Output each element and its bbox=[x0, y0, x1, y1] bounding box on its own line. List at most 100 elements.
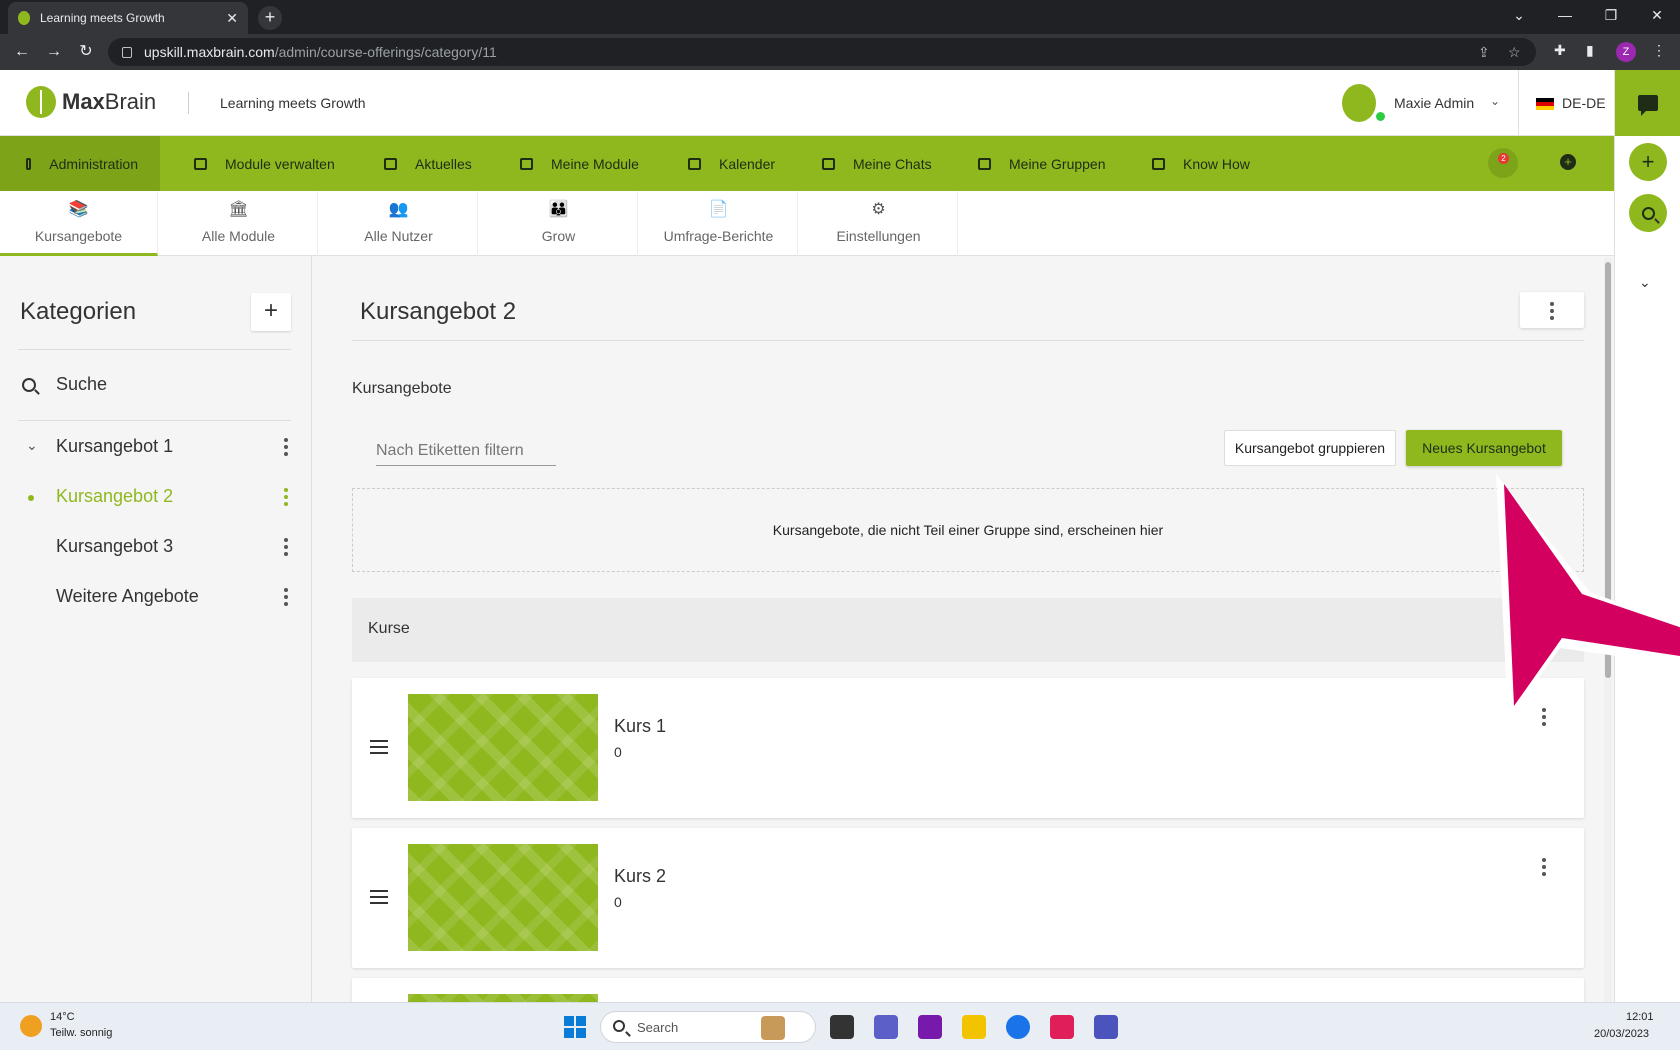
drag-handle-icon[interactable] bbox=[370, 890, 388, 908]
tab-einstellungen[interactable]: ⚙ Einstellungen bbox=[800, 191, 958, 256]
group-offering-button[interactable]: Kursangebot gruppieren bbox=[1224, 430, 1396, 466]
sidebar-search[interactable]: Suche bbox=[22, 374, 107, 395]
course-name[interactable]: Kurs 2 bbox=[614, 866, 666, 887]
nav-item-meine-chats[interactable]: Meine Chats bbox=[822, 136, 932, 191]
course-card[interactable]: Kurs 1 0 bbox=[352, 678, 1584, 818]
rail-search-button[interactable] bbox=[1629, 194, 1667, 232]
notification-count-badge: 2 bbox=[1498, 153, 1509, 164]
category-more-icon[interactable] bbox=[284, 438, 288, 456]
new-offering-button[interactable]: Neues Kursangebot bbox=[1406, 430, 1562, 466]
new-tab-button[interactable]: + bbox=[258, 6, 282, 30]
german-flag-icon[interactable] bbox=[1536, 98, 1554, 110]
pointer-arrow-icon bbox=[1496, 474, 1680, 720]
sidebar-search-label: Suche bbox=[56, 374, 108, 394]
bookmark-star-icon[interactable]: ☆ bbox=[1508, 44, 1521, 61]
tab-kursangebote[interactable]: 📚 Kursangebote bbox=[0, 191, 158, 256]
taskbar-search-label: Search bbox=[637, 1020, 679, 1035]
nav-item-label: Aktuelles bbox=[415, 155, 472, 172]
task-view-icon[interactable] bbox=[830, 1015, 854, 1039]
search-icon bbox=[1641, 207, 1655, 220]
clock-time[interactable]: 12:01 bbox=[1626, 1011, 1654, 1023]
reload-button[interactable]: ↻ bbox=[74, 40, 98, 64]
tab-umfrage-berichte[interactable]: 📄 Umfrage-Berichte bbox=[640, 191, 798, 256]
extensions-icon[interactable]: ✚ bbox=[1554, 42, 1566, 59]
category-item[interactable]: Weitere Angebote bbox=[0, 577, 312, 617]
tab-alle-module[interactable]: 🏛 Alle Module bbox=[160, 191, 318, 256]
category-more-icon[interactable] bbox=[284, 488, 288, 506]
tab-search-chevron-icon[interactable]: ⌄ bbox=[1496, 0, 1542, 30]
side-panel-icon[interactable]: ▮ bbox=[1586, 42, 1594, 59]
nav-add-icon[interactable]: + bbox=[1560, 154, 1576, 170]
category-item[interactable]: Kursangebot 3 bbox=[0, 527, 312, 567]
minimize-button[interactable]: — bbox=[1542, 0, 1588, 30]
chrome-icon[interactable] bbox=[1006, 1015, 1030, 1039]
close-window-button[interactable]: ✕ bbox=[1634, 0, 1680, 30]
nav-item-know-how[interactable]: Know How bbox=[1152, 136, 1250, 191]
admin-subtabs: 📚 Kursangebote 🏛 Alle Module 👥 Alle Nutz… bbox=[0, 191, 1614, 256]
drag-handle-icon[interactable] bbox=[370, 740, 388, 758]
user-menu-chevron-icon[interactable]: ⌄ bbox=[1490, 94, 1500, 108]
sidebar-title: Kategorien bbox=[20, 298, 137, 325]
course-name[interactable]: Kurs 1 bbox=[614, 716, 666, 737]
maxbrain-logo[interactable]: MaxBrain bbox=[26, 86, 156, 118]
tab-label: Grow bbox=[541, 228, 576, 244]
nav-item-kalender[interactable]: Kalender bbox=[688, 136, 775, 191]
file-explorer-icon[interactable] bbox=[962, 1015, 986, 1039]
course-more-icon[interactable] bbox=[1542, 858, 1546, 876]
notifications-button[interactable]: 2 bbox=[1488, 148, 1518, 178]
tab-label: Alle Nutzer bbox=[364, 228, 433, 244]
nav-item-administration[interactable]: Administration bbox=[0, 136, 160, 191]
browser-tab[interactable]: Learning meets Growth ✕ bbox=[8, 2, 248, 34]
category-item[interactable]: ⌄ Kursangebot 1 bbox=[0, 427, 312, 467]
teams-icon[interactable] bbox=[1094, 1015, 1118, 1039]
rail-add-button[interactable]: + bbox=[1629, 143, 1667, 181]
collapse-chevron-icon[interactable]: ⌄ bbox=[26, 437, 38, 454]
taskbar-search[interactable]: Search bbox=[600, 1011, 816, 1043]
clock-date[interactable]: 20/03/2023 bbox=[1594, 1028, 1649, 1040]
chat-panel-button[interactable] bbox=[1615, 70, 1680, 136]
nav-item-aktuelles[interactable]: Aktuelles bbox=[384, 136, 472, 191]
rail-expand-chevron-icon[interactable]: ⌄ bbox=[1639, 274, 1651, 291]
nav-item-label: Module verwalten bbox=[225, 155, 335, 172]
page-more-button[interactable] bbox=[1520, 292, 1584, 328]
course-thumbnail bbox=[408, 694, 598, 801]
browser-menu-icon[interactable]: ⋮ bbox=[1652, 42, 1666, 59]
user-avatar[interactable] bbox=[1342, 84, 1376, 122]
course-card[interactable] bbox=[352, 978, 1584, 1002]
nav-item-meine-module[interactable]: Meine Module bbox=[520, 136, 639, 191]
nav-item-module-verwalten[interactable]: Module verwalten bbox=[194, 136, 335, 191]
category-item-active[interactable]: Kursangebot 2 bbox=[0, 477, 312, 517]
tab-alle-nutzer[interactable]: 👥 Alle Nutzer bbox=[320, 191, 478, 256]
course-count: 0 bbox=[614, 744, 622, 760]
tab-label: Alle Module bbox=[201, 228, 276, 244]
share-icon[interactable]: ⇪ bbox=[1478, 44, 1490, 61]
nav-item-label: Meine Gruppen bbox=[1009, 155, 1106, 172]
brain-logo-icon bbox=[26, 86, 56, 118]
teams-chat-icon[interactable] bbox=[874, 1015, 898, 1039]
nav-item-meine-gruppen[interactable]: Meine Gruppen bbox=[978, 136, 1106, 191]
category-more-icon[interactable] bbox=[284, 538, 288, 556]
logo-text-light: Brain bbox=[104, 89, 157, 114]
slack-icon[interactable] bbox=[1050, 1015, 1074, 1039]
course-offerings-icon: 📚 bbox=[68, 201, 89, 218]
add-category-button[interactable]: + bbox=[251, 293, 291, 331]
user-name[interactable]: Maxie Admin bbox=[1394, 95, 1474, 111]
forward-button[interactable]: → bbox=[42, 40, 66, 64]
tag-filter-input[interactable] bbox=[376, 436, 556, 466]
logo-text-bold: Max bbox=[62, 89, 105, 114]
restore-button[interactable]: ❐ bbox=[1588, 0, 1634, 30]
gears-icon: ⚙ bbox=[871, 201, 886, 218]
course-card[interactable]: Kurs 2 0 bbox=[352, 828, 1584, 968]
weather-sun-icon[interactable] bbox=[20, 1015, 42, 1037]
url-field[interactable]: upskill.maxbrain.com /admin/course-offer… bbox=[108, 38, 1536, 66]
tab-grow[interactable]: 👪 Grow bbox=[480, 191, 638, 256]
language-selector[interactable]: DE-DE bbox=[1562, 95, 1606, 111]
profile-avatar[interactable]: Z bbox=[1616, 42, 1636, 62]
windows-start-icon[interactable] bbox=[564, 1016, 586, 1038]
back-button[interactable]: ← bbox=[10, 40, 34, 64]
category-more-icon[interactable] bbox=[284, 588, 288, 606]
close-tab-icon[interactable]: ✕ bbox=[226, 10, 238, 27]
main-navigation: Administration Module verwalten Aktuelle… bbox=[0, 136, 1614, 191]
onenote-icon[interactable] bbox=[918, 1015, 942, 1039]
graduation-cap-icon bbox=[520, 157, 533, 170]
